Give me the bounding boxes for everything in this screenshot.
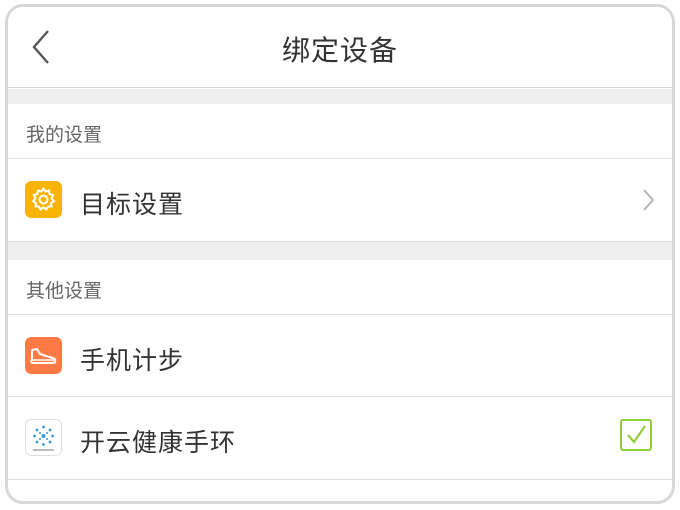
checkmark-icon	[627, 425, 646, 444]
phone-pedometer-row[interactable]: 手机计步	[8, 315, 672, 397]
chevron-right-icon	[643, 189, 655, 211]
section-header-my-settings: 我的设置	[8, 104, 672, 159]
section-header-other-settings: 其他设置	[8, 260, 672, 315]
goal-settings-row[interactable]: 目标设置	[8, 159, 672, 242]
nav-bar: 绑定设备	[8, 7, 672, 88]
page-title: 绑定设备	[281, 34, 398, 67]
section-gap	[8, 242, 672, 260]
section-title: 其他设置	[26, 280, 103, 302]
kaiyun-band-row[interactable]: 开云健康手环	[8, 397, 672, 480]
app-frame: 绑定设备 我的设置 目标设置 其他设置 手机计步 开云健康手环	[5, 4, 675, 504]
band-logo-icon	[25, 419, 62, 456]
kaiyun-band-label: 开云健康手环	[80, 428, 237, 457]
goal-settings-label: 目标设置	[80, 190, 185, 219]
section-title: 我的设置	[26, 124, 103, 146]
gear-icon	[25, 181, 62, 218]
sneaker-icon	[25, 337, 62, 374]
section-gap	[8, 89, 672, 104]
selected-checkbox[interactable]	[620, 419, 652, 451]
phone-pedometer-label: 手机计步	[80, 346, 185, 375]
